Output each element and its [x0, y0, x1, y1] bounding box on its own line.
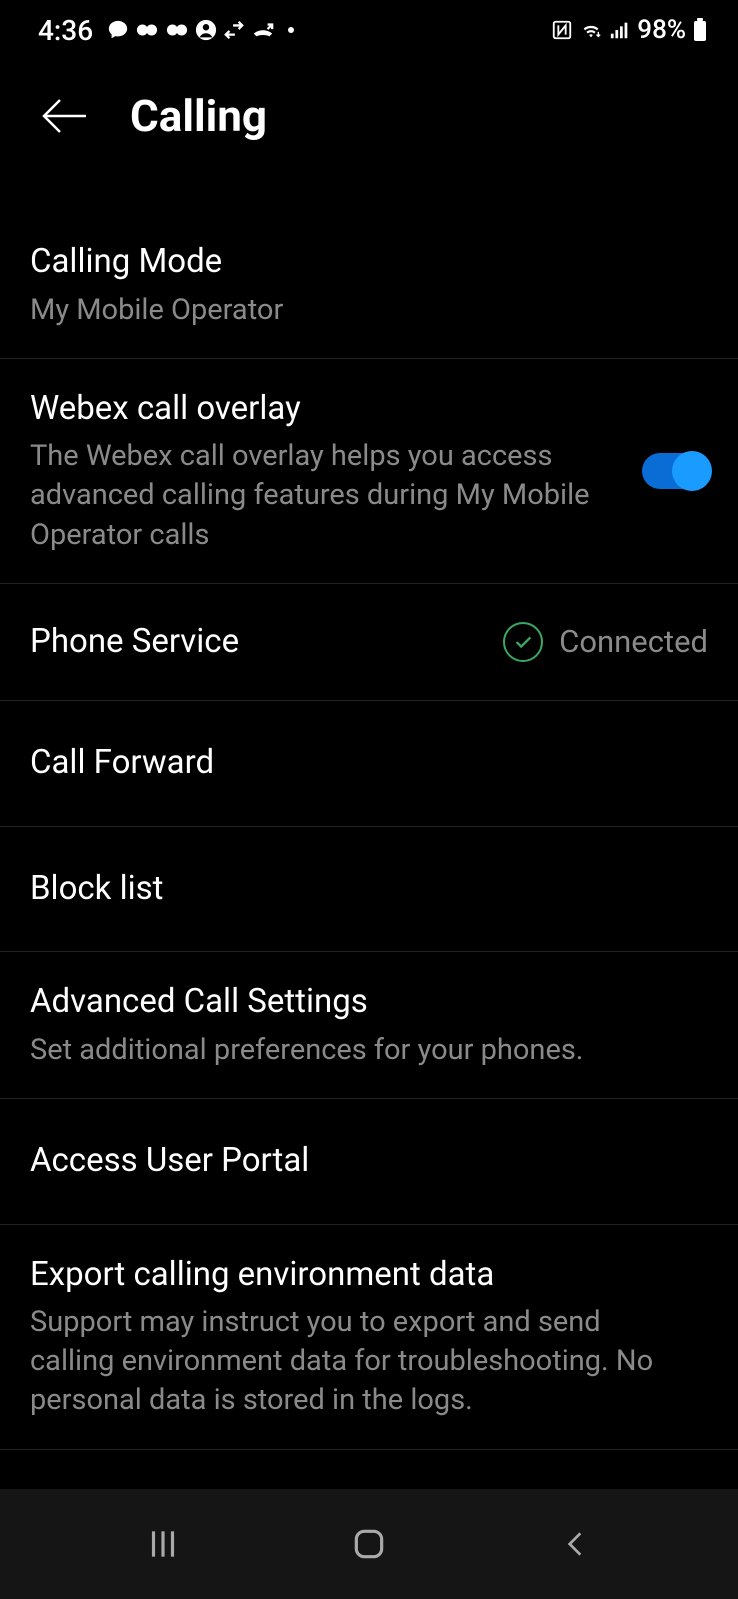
settings-list: Calling Mode My Mobile Operator Webex ca…: [0, 212, 738, 1450]
dot-icon: [287, 26, 295, 34]
toggle-knob: [672, 451, 712, 491]
battery-percent: 98%: [637, 15, 686, 45]
nav-back-button[interactable]: [545, 1514, 605, 1574]
setting-block-list[interactable]: Block list: [0, 827, 738, 953]
setting-phone-service[interactable]: Phone Service Connected: [0, 584, 738, 702]
setting-export-data[interactable]: Export calling environment data Support …: [0, 1225, 738, 1450]
setting-subtitle: Support may instruct you to export and s…: [30, 1303, 688, 1420]
setting-title: Webex call overlay: [30, 387, 622, 432]
setting-title: Access User Portal: [30, 1139, 688, 1184]
status-left: 4:36: [38, 14, 295, 47]
setting-title: Block list: [30, 867, 688, 912]
nfc-icon: [551, 19, 573, 41]
webex-icon-1: [135, 19, 159, 41]
setting-subtitle: My Mobile Operator: [30, 291, 688, 330]
wifi-icon: [579, 19, 603, 41]
signal-icon: [609, 19, 631, 41]
setting-call-forward[interactable]: Call Forward: [0, 701, 738, 827]
home-icon: [350, 1525, 388, 1563]
phone-service-status: Connected: [503, 622, 708, 662]
back-button[interactable]: [38, 90, 90, 142]
setting-advanced[interactable]: Advanced Call Settings Set additional pr…: [0, 952, 738, 1099]
back-arrow-icon: [40, 96, 88, 136]
setting-subtitle: Set additional preferences for your phon…: [30, 1031, 688, 1070]
setting-title: Advanced Call Settings: [30, 980, 688, 1025]
setting-user-portal[interactable]: Access User Portal: [0, 1099, 738, 1225]
battery-icon: [692, 18, 708, 42]
page-header: Calling: [0, 60, 738, 172]
status-time: 4:36: [38, 14, 93, 47]
missed-call-icon: [251, 19, 275, 41]
status-text: Connected: [559, 623, 708, 660]
account-icon: [195, 19, 217, 41]
nav-back-icon: [559, 1525, 591, 1563]
status-bar: 4:36 98%: [0, 0, 738, 60]
chat-icon: [107, 19, 129, 41]
check-circle-icon: [503, 622, 543, 662]
nav-home-button[interactable]: [339, 1514, 399, 1574]
recents-icon: [144, 1525, 182, 1563]
setting-calling-mode[interactable]: Calling Mode My Mobile Operator: [0, 212, 738, 359]
setting-title: Export calling environment data: [30, 1253, 688, 1298]
setting-webex-overlay[interactable]: Webex call overlay The Webex call overla…: [0, 359, 738, 584]
page-title: Calling: [130, 90, 267, 142]
status-right: 98%: [551, 15, 708, 45]
system-nav-bar: [0, 1489, 738, 1599]
setting-title: Calling Mode: [30, 240, 688, 285]
setting-title: Call Forward: [30, 741, 688, 786]
setting-subtitle: The Webex call overlay helps you access …: [30, 437, 622, 554]
data-sync-icon: [223, 19, 245, 41]
setting-title: Phone Service: [30, 620, 483, 665]
webex-icon-2: [165, 19, 189, 41]
overlay-toggle[interactable]: [642, 453, 708, 489]
nav-recents-button[interactable]: [133, 1514, 193, 1574]
